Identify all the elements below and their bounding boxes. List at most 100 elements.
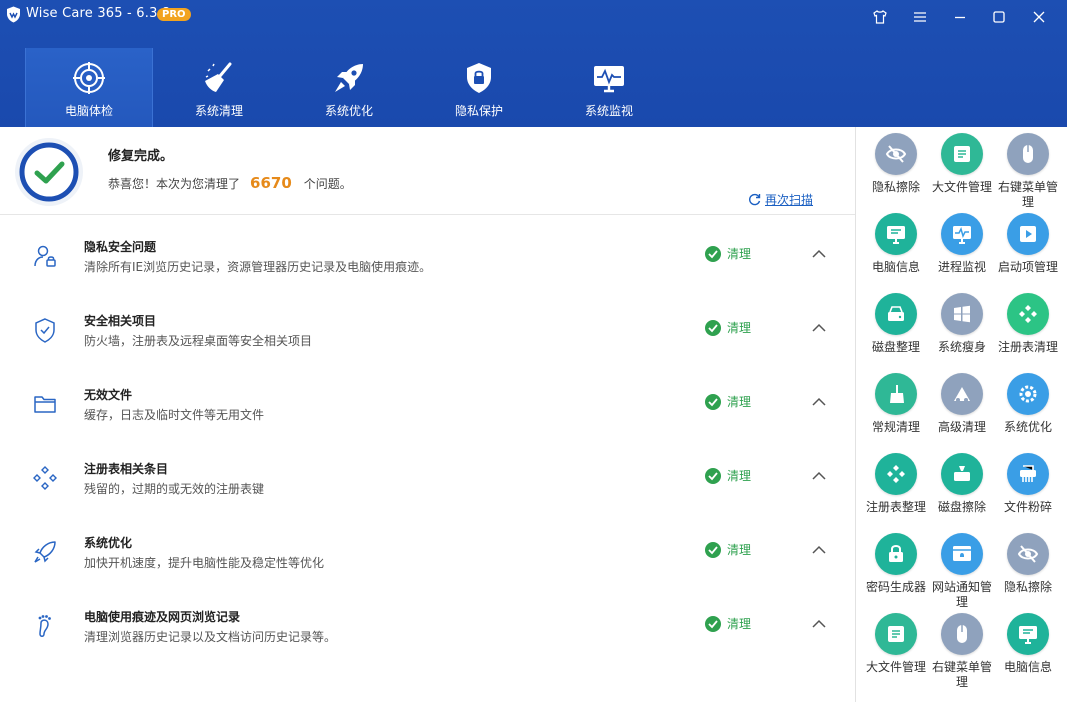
skin-button[interactable] [869, 6, 891, 28]
pc-info-icon [1019, 626, 1037, 644]
issue-status: 清理 [705, 319, 751, 336]
issue-title: 注册表相关条目 [84, 462, 169, 476]
user-privacy-icon [34, 245, 56, 267]
tool-icon-circle [1007, 373, 1049, 415]
tool-lock[interactable]: 密码生成器 [863, 533, 929, 595]
tool-icon-circle [1007, 293, 1049, 335]
status-text: 清理 [727, 543, 752, 557]
app-title: Wise Care 365 - 6.3.8 [26, 6, 171, 21]
tool-play[interactable]: 启动项管理 [995, 213, 1061, 275]
tool-pc-info[interactable]: 电脑信息 [995, 613, 1061, 675]
tool-icon-circle [875, 533, 917, 575]
tool-advanced-clean[interactable]: 高级清理 [929, 373, 995, 435]
issue-row: 隐私安全问题 清除所有IE浏览历史记录，资源管理器历史记录及电脑使用痕迹。 清理 [0, 229, 856, 303]
tool-pc-info[interactable]: 电脑信息 [863, 213, 929, 275]
result-summary: 恭喜您！本次为您清理了 6670 个问题。 [108, 174, 352, 192]
tool-big-file[interactable]: 大文件管理 [929, 133, 995, 195]
disk-erase-icon [954, 466, 970, 481]
folder-icon [34, 396, 56, 413]
issue-status: 清理 [705, 467, 751, 484]
tab-system-optimize[interactable]: 系统优化 [285, 48, 413, 127]
shirt-icon [873, 10, 887, 24]
close-button[interactable] [1028, 6, 1050, 28]
tool-disk-erase[interactable]: 磁盘擦除 [929, 453, 995, 515]
web-notify-icon [953, 546, 971, 561]
shield-check-icon [35, 318, 55, 343]
windows-icon [954, 305, 970, 323]
tool-eye-off[interactable]: 隐私擦除 [863, 133, 929, 195]
minimize-button[interactable] [949, 6, 971, 28]
tool-label: 启动项管理 [998, 260, 1059, 274]
menu-button[interactable] [909, 6, 931, 28]
tool-eye-off[interactable]: 隐私擦除 [995, 533, 1061, 595]
rescan-link[interactable]: 再次扫描 [748, 191, 813, 208]
tool-icon-circle [875, 213, 917, 255]
maximize-icon [993, 11, 1005, 23]
check-circle-icon [705, 319, 721, 336]
menu-icon [914, 12, 926, 22]
tool-icon-circle [875, 293, 917, 335]
issue-count: 6670 [250, 174, 292, 192]
tool-big-file[interactable]: 大文件管理 [863, 613, 929, 675]
issue-title: 隐私安全问题 [84, 240, 157, 254]
tab-system-monitor[interactable]: 系统监视 [545, 48, 673, 127]
tool-process-monitor[interactable]: 进程监视 [929, 213, 995, 275]
issue-row: 注册表相关条目 残留的，过期的或无效的注册表键 清理 [0, 451, 856, 525]
rocket-icon [335, 64, 363, 92]
tool-icon-circle [1007, 213, 1049, 255]
chevron-up-icon[interactable] [810, 393, 828, 411]
tool-icon-circle [1007, 533, 1049, 575]
tab-label: 系统优化 [324, 104, 373, 118]
issue-row: 无效文件 缓存，日志及临时文件等无用文件 清理 [0, 377, 856, 451]
tool-disk[interactable]: 磁盘整理 [863, 293, 929, 355]
shredder-icon [1020, 465, 1036, 482]
gear-icon [1019, 385, 1037, 403]
issue-description: 缓存，日志及临时文件等无用文件 [84, 408, 265, 422]
tool-icon-circle [875, 613, 917, 655]
tool-registry-clean[interactable]: 注册表清理 [995, 293, 1061, 355]
tool-web-notify[interactable]: 网站通知管理 [929, 533, 995, 610]
issue-status: 清理 [705, 541, 751, 558]
pro-badge: PRO [157, 8, 191, 21]
result-title: 修复完成。 [108, 149, 174, 164]
chevron-up-icon[interactable] [810, 245, 828, 263]
tool-broom-tool[interactable]: 常规清理 [863, 373, 929, 435]
broom-tool-icon [890, 385, 904, 403]
tool-icon-circle [1007, 453, 1049, 495]
tab-privacy-protect[interactable]: 隐私保护 [415, 48, 543, 127]
close-icon [1033, 11, 1045, 23]
chevron-up-icon[interactable] [810, 319, 828, 337]
tool-label: 进程监视 [937, 260, 986, 274]
tool-icon-circle [1007, 613, 1049, 655]
check-circle-icon [705, 467, 721, 484]
lock-icon [889, 545, 903, 562]
status-text: 清理 [727, 321, 752, 335]
footprint-icon [38, 615, 51, 637]
issue-title: 电脑使用痕迹及网页浏览记录 [84, 610, 241, 624]
play-icon [1020, 226, 1036, 242]
tool-mouse[interactable]: 右键菜单管理 [929, 613, 995, 690]
shield-lock-icon [467, 63, 491, 93]
tab-label: 隐私保护 [454, 104, 503, 118]
tool-registry-defrag[interactable]: 注册表整理 [863, 453, 929, 515]
chevron-up-icon[interactable] [810, 615, 828, 633]
tool-mouse[interactable]: 右键菜单管理 [995, 133, 1061, 210]
tool-shredder[interactable]: 文件粉碎 [995, 453, 1061, 515]
result-prefix: 恭喜您！本次为您清理了 [108, 177, 241, 191]
issue-title: 安全相关项目 [84, 314, 157, 328]
tool-icon-circle [941, 373, 983, 415]
tool-icon-circle [875, 373, 917, 415]
tool-windows[interactable]: 系统瘦身 [929, 293, 995, 355]
chevron-up-icon[interactable] [810, 541, 828, 559]
tab-pc-checkup[interactable]: 电脑体检 [25, 48, 153, 127]
chevron-up-icon[interactable] [810, 467, 828, 485]
status-text: 清理 [727, 247, 752, 261]
tab-system-clean[interactable]: 系统清理 [155, 48, 283, 127]
tools-panel: 隐私擦除 大文件管理 右键菜单管理 电脑信息 进程监视 启动项管理 磁盘整理 系统瘦身 注册表清… [855, 127, 1067, 702]
tool-gear[interactable]: 系统优化 [995, 373, 1061, 435]
header-bar: Wise Care 365 - 6.3.8 PRO 电脑体检 系统清理 系统优化… [0, 0, 1067, 127]
process-monitor-icon [953, 226, 971, 244]
maximize-button[interactable] [988, 6, 1010, 28]
tool-label: 右键菜单管理 [932, 660, 993, 689]
tool-label: 磁盘擦除 [937, 500, 986, 514]
